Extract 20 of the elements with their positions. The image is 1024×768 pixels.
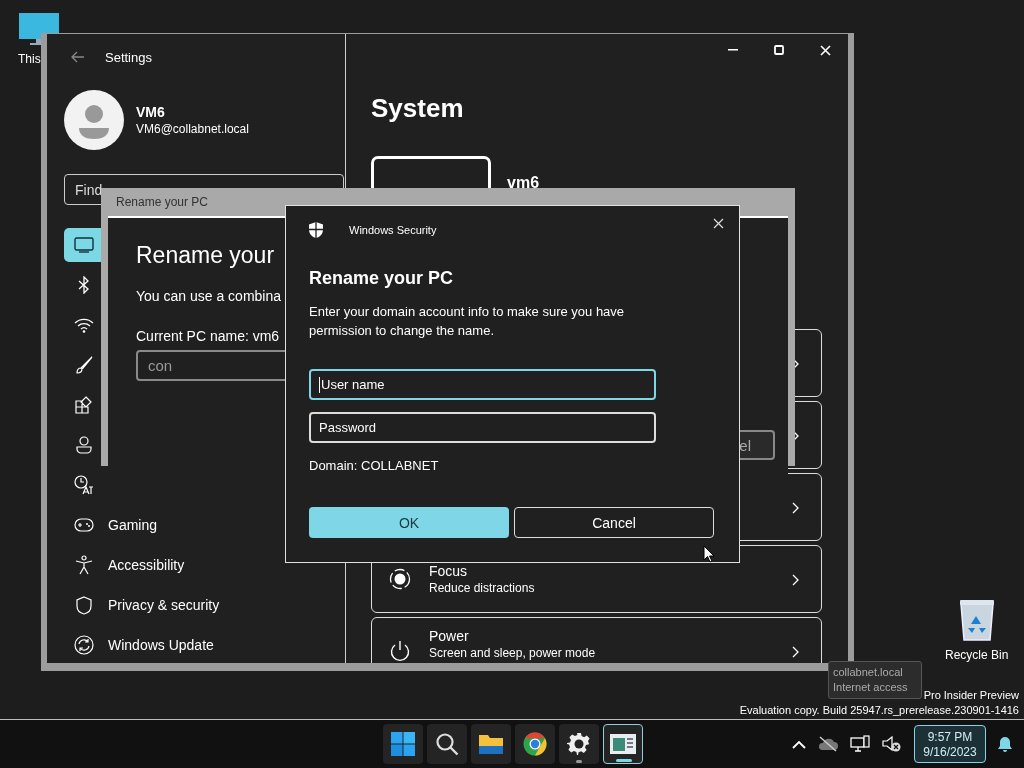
dialog-title: Rename your PC <box>116 195 209 209</box>
watermark-text: Pro Insider Preview <box>923 688 1019 702</box>
tooltip: collabnet.local Internet access <box>828 661 922 699</box>
user-name: VM6 <box>136 104 166 120</box>
user-email: VM6@collabnet.local <box>136 122 249 136</box>
card-subtitle: Screen and sleep, power mode <box>429 646 596 660</box>
dialog-message: Enter your domain account info to make sure you have permission to change the name. <box>309 303 626 340</box>
dialog-heading: Rename your <box>136 241 275 269</box>
dialog-heading: Rename your PC <box>309 267 454 290</box>
dialog-app-name: Windows Security <box>349 224 437 236</box>
device-name: vm6 <box>507 174 540 192</box>
card-title: Focus <box>429 563 469 579</box>
page-heading: System <box>371 92 464 124</box>
current-name-text: Current PC name: vm6 <box>136 327 280 346</box>
domain-text: Domain: COLLABNET <box>309 457 439 475</box>
card-subtitle: Reduce distractions <box>429 581 535 595</box>
window-title: Settings <box>105 49 152 65</box>
dialog-text: You can use a combina <box>136 287 282 306</box>
watermark-text: Evaluation copy. Build 25947.rs_prerelease.230901-1416 <box>739 703 1019 717</box>
card-title: Power <box>429 628 470 644</box>
